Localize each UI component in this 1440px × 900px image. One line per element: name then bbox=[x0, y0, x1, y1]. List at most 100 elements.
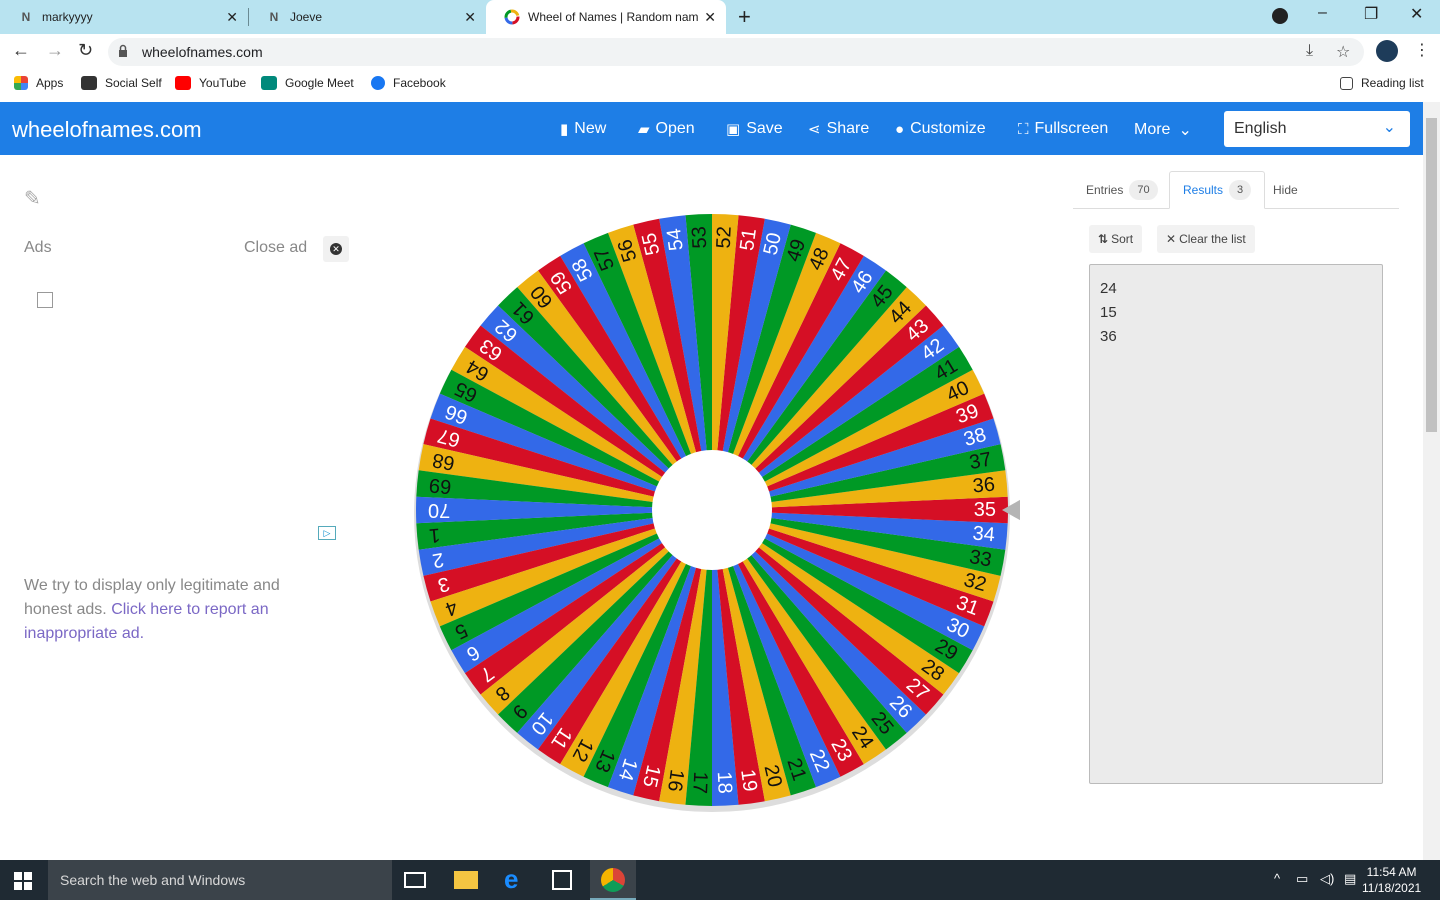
wheel-center-hub[interactable] bbox=[652, 450, 772, 570]
brand-logo[interactable]: wheelofnames.com bbox=[12, 117, 202, 143]
results-textarea[interactable]: 24 15 36 bbox=[1089, 264, 1383, 784]
wheel-entry-label: 19 bbox=[736, 768, 761, 793]
window-close-icon[interactable]: ✕ bbox=[1410, 4, 1423, 24]
reading-list-label: Reading list bbox=[1361, 76, 1424, 90]
menu-kebab-icon[interactable]: ⋮ bbox=[1414, 40, 1430, 60]
youtube-icon bbox=[175, 76, 191, 90]
more-menu-button[interactable]: More ⌄ bbox=[1134, 120, 1192, 140]
taskbar-search-box[interactable]: Search the web and Windows bbox=[48, 860, 392, 900]
adchoices-icon[interactable]: ▷ bbox=[318, 526, 336, 540]
customize-button[interactable]: ● Customize bbox=[895, 120, 986, 138]
apps-grid-icon bbox=[14, 76, 28, 90]
forward-arrow-icon[interactable]: → bbox=[46, 40, 64, 61]
wheel-entry-label: 1 bbox=[428, 523, 441, 546]
tab-hide[interactable]: Hide bbox=[1260, 171, 1311, 209]
tab-results[interactable]: Results 3 bbox=[1169, 171, 1266, 209]
chevron-up-icon[interactable]: ^ bbox=[1274, 871, 1280, 886]
browser-tab-markyyyy[interactable]: N markyyyy ✕ bbox=[0, 0, 248, 34]
chrome-icon bbox=[601, 868, 625, 892]
close-icon[interactable]: ✕ bbox=[704, 9, 716, 26]
file-explorer-icon[interactable] bbox=[454, 871, 478, 889]
bookmark-social-self[interactable]: Social Self bbox=[81, 76, 162, 90]
url-text: wheelofnames.com bbox=[142, 44, 263, 60]
wheel-entry-label: 35 bbox=[974, 499, 996, 521]
spinning-wheel[interactable]: 12345678910111213141516 17 18 1920212223242… bbox=[404, 202, 1020, 818]
share-button[interactable]: ⋖ Share bbox=[808, 120, 869, 138]
taskbar-clock[interactable]: 11:54 AM 11/18/2021 bbox=[1362, 864, 1421, 896]
file-icon: ▮ bbox=[560, 121, 569, 138]
tab-entries[interactable]: Entries 70 bbox=[1073, 171, 1171, 209]
wheel-entry-label: 53 bbox=[688, 226, 711, 249]
reload-icon[interactable]: ↻ bbox=[78, 40, 93, 61]
result-item: 36 bbox=[1100, 328, 1117, 345]
wheel-entry-label: 68 bbox=[431, 448, 457, 474]
bookmark-facebook[interactable]: Facebook bbox=[371, 76, 446, 90]
bookmark-youtube[interactable]: YouTube bbox=[175, 76, 246, 90]
customize-label: Customize bbox=[910, 120, 986, 137]
install-icon[interactable]: ⤓ bbox=[1306, 42, 1313, 60]
restore-icon[interactable]: ❐ bbox=[1364, 4, 1378, 24]
page-scrollbar[interactable] bbox=[1423, 102, 1440, 860]
wheel-entry-label: 51 bbox=[736, 227, 761, 252]
clock-time: 11:54 AM bbox=[1366, 865, 1417, 879]
wheel-entry-label: 18 bbox=[713, 771, 736, 794]
open-label: Open bbox=[655, 120, 695, 137]
open-button[interactable]: ▰ Open bbox=[638, 120, 695, 138]
fullscreen-button[interactable]: ⛶ Fullscreen bbox=[1018, 120, 1108, 138]
close-icon[interactable]: ✕ bbox=[464, 9, 476, 26]
results-count-badge: 3 bbox=[1229, 180, 1252, 200]
close-ad-button[interactable]: ✕ bbox=[323, 236, 349, 262]
notification-icon[interactable]: ▤ bbox=[1344, 871, 1356, 887]
wheel-entry-label: 70 bbox=[428, 499, 450, 521]
clock-date: 11/18/2021 bbox=[1362, 881, 1422, 895]
back-arrow-icon[interactable]: ← bbox=[12, 40, 30, 61]
windows-taskbar: Search the web and Windows e ^ ▭ ◁) ▤ 11… bbox=[0, 860, 1440, 900]
address-bar[interactable]: wheelofnames.com ⤓ ☆ bbox=[108, 38, 1364, 66]
minimize-icon[interactable]: – bbox=[1318, 4, 1327, 22]
scrollbar-thumb[interactable] bbox=[1426, 118, 1437, 432]
save-label: Save bbox=[746, 120, 783, 137]
tab-search-icon[interactable] bbox=[1272, 8, 1288, 24]
bookmark-label: Google Meet bbox=[285, 76, 354, 90]
bookmark-apps[interactable]: Apps bbox=[14, 76, 63, 90]
save-button[interactable]: ▣ Save bbox=[726, 120, 783, 138]
bookmarks-bar: Apps Social Self YouTube Google Meet Fac… bbox=[0, 70, 1440, 98]
notion-icon: N bbox=[269, 10, 279, 24]
windows-start-icon[interactable] bbox=[14, 872, 32, 890]
close-ad-link[interactable]: Close ad bbox=[244, 239, 307, 257]
browser-tab-joeve[interactable]: N Joeve ✕ bbox=[248, 0, 486, 34]
language-select[interactable]: English ⌄ bbox=[1224, 111, 1410, 147]
panel-tabs: Entries 70 Results 3 Hide bbox=[1073, 171, 1399, 209]
new-button[interactable]: ▮ New bbox=[560, 120, 606, 138]
bookmark-label: Apps bbox=[36, 76, 64, 90]
chrome-taskbar-button[interactable] bbox=[590, 860, 636, 900]
network-icon[interactable]: ▭ bbox=[1296, 871, 1308, 887]
hide-label: Hide bbox=[1273, 183, 1298, 197]
bookmark-google-meet[interactable]: Google Meet bbox=[261, 76, 354, 90]
close-icon[interactable]: ✕ bbox=[226, 9, 238, 26]
task-view-icon[interactable] bbox=[404, 872, 426, 888]
browser-tab-wheel-of-names[interactable]: Wheel of Names | Random name ✕ bbox=[486, 0, 726, 34]
profile-avatar[interactable] bbox=[1376, 40, 1398, 62]
reading-list-button[interactable]: Reading list bbox=[1340, 76, 1424, 90]
new-tab-button[interactable]: + bbox=[738, 4, 751, 30]
volume-icon[interactable]: ◁) bbox=[1320, 871, 1334, 887]
wheel-entry-label: 33 bbox=[968, 546, 994, 572]
tab-title: Wheel of Names | Random name bbox=[528, 10, 698, 24]
taskbar-search-placeholder: Search the web and Windows bbox=[60, 872, 246, 888]
tab-title: markyyyy bbox=[42, 10, 93, 24]
chevron-down-icon: ⌄ bbox=[1382, 119, 1396, 136]
social-self-icon bbox=[81, 76, 97, 90]
reading-list-icon bbox=[1340, 76, 1353, 90]
wheel-entry-label: 54 bbox=[663, 227, 688, 252]
close-circle-icon: ✕ bbox=[330, 243, 342, 255]
folder-open-icon: ▰ bbox=[638, 121, 650, 138]
bookmark-star-icon[interactable]: ☆ bbox=[1336, 42, 1350, 62]
result-item: 24 bbox=[1100, 280, 1117, 297]
sort-button[interactable]: ⇅ Sort bbox=[1089, 225, 1143, 253]
store-icon[interactable] bbox=[552, 870, 572, 890]
edit-icon[interactable]: ✎ bbox=[24, 186, 41, 211]
edge-icon[interactable]: e bbox=[504, 864, 528, 894]
clear-list-button[interactable]: ✕ Clear the list bbox=[1157, 225, 1255, 253]
tab-strip: N markyyyy ✕ N Joeve ✕ Wheel of Names | … bbox=[0, 0, 1440, 34]
